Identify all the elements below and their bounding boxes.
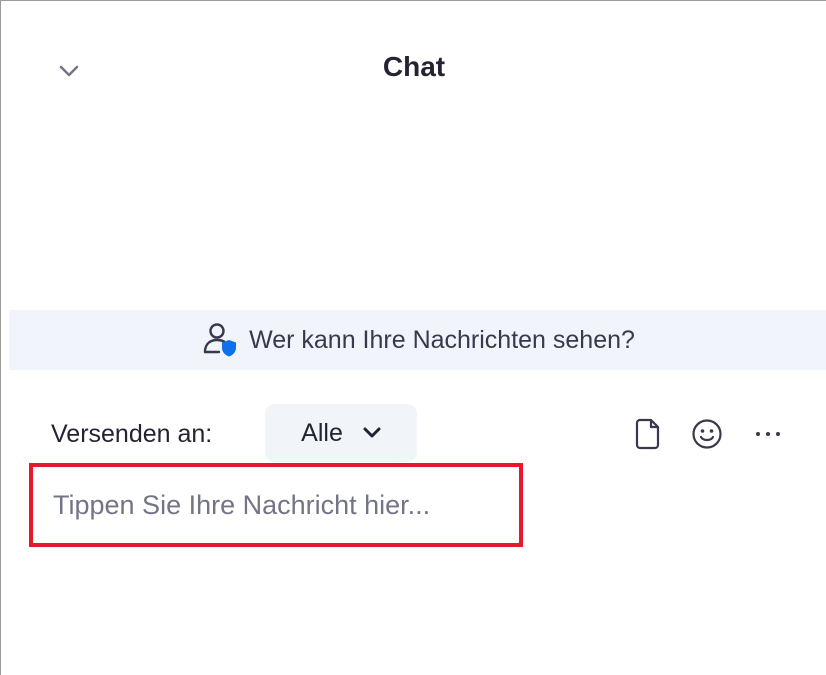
send-to-label: Versenden an:: [51, 420, 213, 448]
message-input[interactable]: [29, 463, 523, 547]
chevron-down-icon: [363, 427, 381, 438]
visibility-info-text: Wer kann Ihre Nachrichten sehen?: [249, 325, 635, 354]
recipient-value: Alle: [301, 418, 343, 447]
chat-header: Chat: [1, 1, 826, 141]
share-file-button[interactable]: [631, 417, 665, 451]
send-to-row: Versenden an: Alle: [1, 403, 826, 463]
person-shield-icon: [203, 323, 237, 357]
emoji-icon: [692, 419, 722, 449]
emoji-button[interactable]: [690, 417, 724, 451]
message-visibility-banner[interactable]: Wer kann Ihre Nachrichten sehen?: [9, 310, 826, 370]
more-options-button[interactable]: [751, 417, 785, 451]
file-icon: [635, 418, 660, 450]
chat-panel: Chat Wer kann Ihre Nachrichten sehen? Ve…: [0, 0, 826, 675]
page-title: Chat: [382, 51, 446, 82]
more-icon: [756, 432, 780, 436]
recipient-dropdown[interactable]: Alle: [265, 404, 417, 462]
